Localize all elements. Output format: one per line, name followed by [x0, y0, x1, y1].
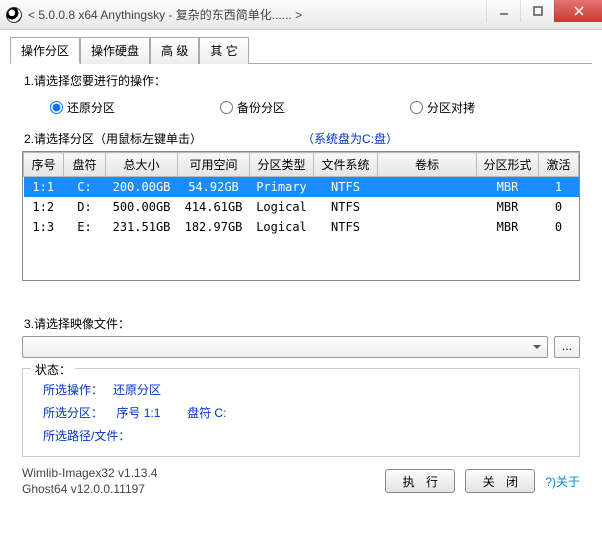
run-button[interactable]: 执 行: [385, 469, 455, 493]
cell-active: 0: [539, 197, 579, 217]
window-title: < 5.0.0.8 x64 Anythingsky - 复杂的东西简单化....…: [28, 6, 486, 23]
th-total: 总大小: [106, 153, 178, 177]
tab-advanced[interactable]: 高 级: [150, 37, 199, 64]
title-bar: < 5.0.0.8 x64 Anythingsky - 复杂的东西简单化....…: [0, 0, 602, 30]
tab-disk-ops[interactable]: 操作硬盘: [80, 37, 150, 64]
cell-seq: 1:1: [24, 177, 64, 198]
radio-backup[interactable]: 备份分区: [220, 99, 410, 116]
minimize-button[interactable]: [486, 0, 520, 22]
step3-label: 3.请选择映像文件：: [24, 315, 592, 332]
ghost-version: Ghost64 v12.0.0.11197: [22, 481, 157, 497]
cell-free: 414.61GB: [178, 197, 250, 217]
cell-label: [378, 217, 477, 237]
partition-table[interactable]: 序号 盘符 总大小 可用空间 分区类型 文件系统 卷标 分区形式 激活 1:1C…: [22, 151, 580, 281]
app-icon: [6, 7, 22, 23]
cell-fs: NTFS: [314, 217, 378, 237]
system-disk-hint: （系统盘为C:盘）: [302, 130, 398, 147]
cell-seq: 1:3: [24, 217, 64, 237]
cell-total: 231.51GB: [106, 217, 178, 237]
footer: Wimlib-Imagex32 v1.13.4 Ghost64 v12.0.0.…: [10, 457, 592, 497]
version-info: Wimlib-Imagex32 v1.13.4 Ghost64 v12.0.0.…: [22, 465, 157, 497]
th-free: 可用空间: [178, 153, 250, 177]
table-row[interactable]: 1:3E:231.51GB182.97GBLogicalNTFS MBR0: [24, 217, 579, 237]
cell-label: [378, 177, 477, 198]
cell-total: 500.00GB: [106, 197, 178, 217]
cell-scheme: MBR: [477, 177, 539, 198]
cell-seq: 1:2: [24, 197, 64, 217]
browse-button[interactable]: ...: [554, 336, 580, 358]
radio-restore[interactable]: 还原分区: [50, 99, 220, 116]
table-header-row: 序号 盘符 总大小 可用空间 分区类型 文件系统 卷标 分区形式 激活: [24, 153, 579, 177]
cell-free: 182.97GB: [178, 217, 250, 237]
status-operation: 所选操作：还原分区: [43, 381, 569, 398]
cell-fs: NTFS: [314, 197, 378, 217]
radio-backup-input[interactable]: [220, 101, 233, 114]
table-row[interactable]: 1:2D:500.00GB414.61GBLogicalNTFS MBR0: [24, 197, 579, 217]
status-partition: 所选分区： 序号 1:1 盘符 C:: [43, 404, 569, 421]
th-ptype: 分区类型: [250, 153, 314, 177]
step2-header: 2.请选择分区（用鼠标左键单击） （系统盘为C:盘）: [24, 130, 592, 147]
cell-ptype: Logical: [250, 197, 314, 217]
th-drive: 盘符: [64, 153, 106, 177]
tab-partition-ops[interactable]: 操作分区: [10, 37, 80, 64]
step2-label: 2.请选择分区（用鼠标左键单击）: [24, 130, 202, 147]
cell-drive: E:: [64, 217, 106, 237]
radio-restore-label: 还原分区: [67, 99, 115, 116]
th-active: 激活: [539, 153, 579, 177]
wimlib-version: Wimlib-Imagex32 v1.13.4: [22, 465, 157, 481]
status-title: 状态：: [31, 361, 75, 378]
about-link[interactable]: ?)关于: [545, 473, 580, 490]
table-row[interactable]: 1:1C:200.00GB54.92GBPrimaryNTFS MBR1: [24, 177, 579, 198]
cell-active: 0: [539, 217, 579, 237]
cell-total: 200.00GB: [106, 177, 178, 198]
radio-clone-label: 分区对拷: [427, 99, 475, 116]
content-area: 操作分区 操作硬盘 高 级 其 它 1.请选择您要进行的操作： 还原分区 备份分…: [0, 30, 602, 505]
cell-fs: NTFS: [314, 177, 378, 198]
cell-ptype: Primary: [250, 177, 314, 198]
operation-radios: 还原分区 备份分区 分区对拷: [10, 95, 592, 126]
tab-bar: 操作分区 操作硬盘 高 级 其 它: [10, 36, 592, 64]
footer-buttons: 执 行 关 闭 ?)关于: [385, 469, 580, 493]
close-window-button[interactable]: [554, 0, 602, 22]
th-seq: 序号: [24, 153, 64, 177]
cell-drive: C:: [64, 177, 106, 198]
close-button[interactable]: 关 闭: [465, 469, 535, 493]
cell-free: 54.92GB: [178, 177, 250, 198]
th-fs: 文件系统: [314, 153, 378, 177]
status-box: 状态： 所选操作：还原分区 所选分区： 序号 1:1 盘符 C: 所选路径/文件…: [22, 368, 580, 457]
radio-clone-input[interactable]: [410, 101, 423, 114]
radio-clone[interactable]: 分区对拷: [410, 99, 475, 116]
image-file-row: ...: [22, 336, 580, 358]
radio-restore-input[interactable]: [50, 101, 63, 114]
window-controls: [486, 0, 602, 29]
status-path: 所选路径/文件：: [43, 427, 569, 444]
radio-backup-label: 备份分区: [237, 99, 285, 116]
cell-label: [378, 197, 477, 217]
maximize-button[interactable]: [520, 0, 554, 22]
th-label: 卷标: [378, 153, 477, 177]
tab-other[interactable]: 其 它: [199, 37, 248, 64]
cell-ptype: Logical: [250, 217, 314, 237]
cell-active: 1: [539, 177, 579, 198]
cell-scheme: MBR: [477, 197, 539, 217]
cell-scheme: MBR: [477, 217, 539, 237]
image-file-combo[interactable]: [22, 336, 548, 358]
cell-drive: D:: [64, 197, 106, 217]
step1-label: 1.请选择您要进行的操作：: [24, 72, 592, 89]
th-scheme: 分区形式: [477, 153, 539, 177]
